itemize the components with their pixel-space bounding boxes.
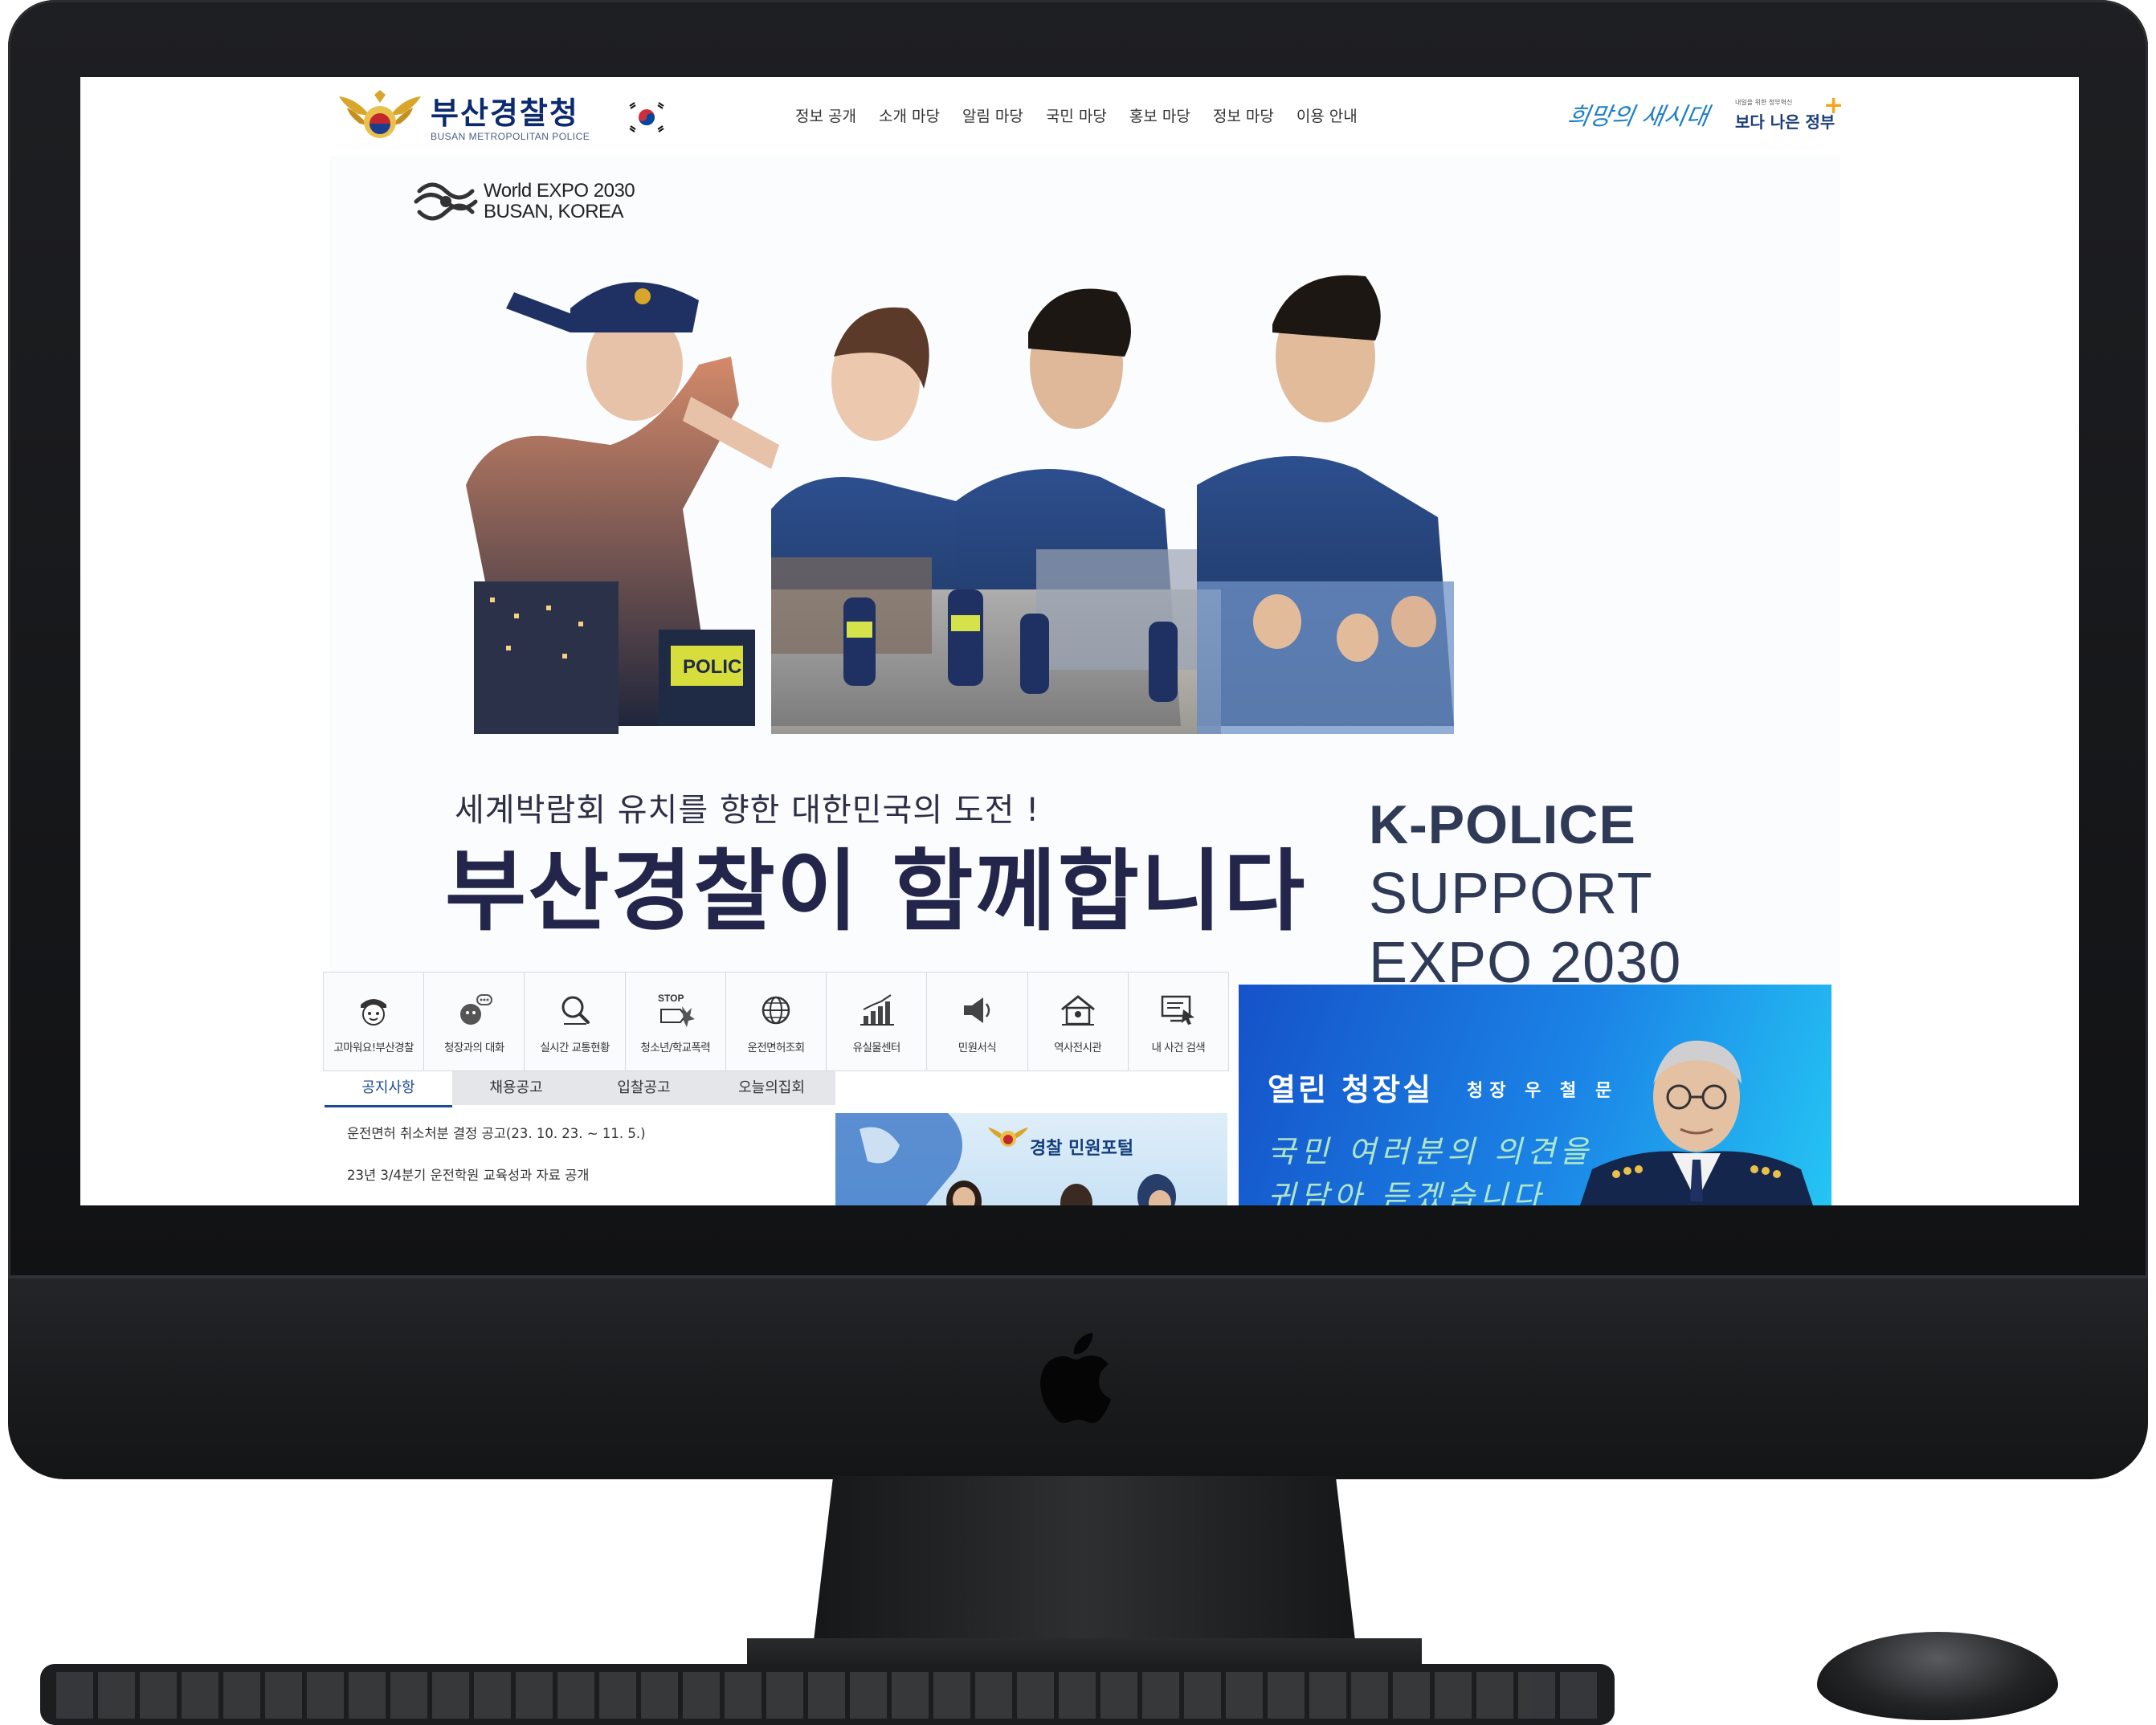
chief-message: 국민 여러분의 의견을 귀담아 듣겠습니다 (1268, 1129, 1593, 1205)
police-mascot-icon (361, 999, 387, 1026)
imac-stand (811, 1476, 1358, 1661)
house-icon (1060, 995, 1095, 1026)
keyboard (40, 1664, 1615, 1725)
civil-portal-banner[interactable]: 경찰 민원포털 (835, 1113, 1227, 1205)
nav-intro[interactable]: 소개 마당 (868, 104, 951, 126)
globe-icon (762, 996, 790, 1025)
kpolice-line-2: SUPPORT (1369, 862, 1653, 926)
quick-menu-youth-violence[interactable]: STOP 청소년/학교폭력 (624, 972, 725, 1071)
screen: 부산경찰청 BUSAN METROPOLITAN POLICE 정보 공개 소개… (80, 77, 2079, 1205)
hero-banner[interactable]: World EXPO 2030 BUSAN, KOREA POLICE 세계박람… (329, 156, 1840, 995)
megaphone-icon (964, 997, 990, 1023)
hero-title: 부산경찰이 함께합니다 (445, 840, 1307, 943)
nav-info-disclosure[interactable]: 정보 공개 (784, 104, 868, 126)
hero-subtitle: 세계박람회 유치를 향한 대한민국의 도전 ! (455, 792, 1040, 829)
quick-menu-label: 유실물센터 (852, 1042, 901, 1054)
expo-title: World EXPO 2030 (484, 180, 635, 202)
expo-badge: World EXPO 2030 BUSAN, KOREA (413, 173, 635, 230)
slogan-banner[interactable]: 희망의 새시대 (1565, 96, 1712, 132)
police-emblem-icon (339, 90, 421, 138)
quick-menu-lost-found[interactable]: 유실물센터 (826, 972, 927, 1071)
list-item[interactable]: 운전면허 취소처분 결정 공고(23. 10. 23. ~ 11. 5.) (347, 1126, 797, 1168)
tab-rally[interactable]: 오늘의집회 (708, 1071, 835, 1105)
police-officers-photo: POLICE (466, 275, 1454, 734)
stop-badge-text: STOP (658, 993, 684, 1004)
plus-icon: + (1823, 92, 1844, 120)
nav-citizen[interactable]: 국민 마당 (1035, 104, 1118, 126)
chief-message-line-1: 국민 여러분의 의견을 (1268, 1134, 1593, 1169)
kpolice-line-1: K-POLICE (1369, 794, 1636, 855)
tab-recruit[interactable]: 채용공고 (452, 1071, 580, 1105)
logo-subtitle: BUSAN METROPOLITAN POLICE (431, 131, 590, 142)
commissioner-portrait (1580, 1040, 1813, 1205)
monitor-search-icon (1161, 995, 1194, 1025)
magic-mouse (1817, 1632, 2058, 1720)
imac-chin-seam (8, 1275, 2148, 1278)
chief-message-line-2: 귀담아 듣겠습니다 (1268, 1179, 1546, 1205)
quick-menu-label: 내 사건 검색 (1151, 1042, 1206, 1054)
chart-icon (860, 994, 895, 1026)
quick-menu-label: 실시간 교통현황 (540, 1042, 610, 1054)
nav-pr[interactable]: 홍보 마당 (1118, 104, 1202, 126)
logo-title: 부산경찰청 (431, 96, 579, 131)
kpolice-logo: K-POLICE SUPPORT EXPO 2030 (1369, 790, 1681, 997)
web-page: 부산경찰청 BUSAN METROPOLITAN POLICE 정보 공개 소개… (80, 77, 2079, 1205)
notice-tabs: 공지사항 채용공고 입찰공고 오늘의집회 (325, 1071, 835, 1107)
tab-notice[interactable]: 공지사항 (325, 1071, 452, 1107)
quick-menu-forms[interactable]: 민원서식 (926, 972, 1027, 1071)
quick-menu-case-search[interactable]: 내 사건 검색 (1127, 972, 1229, 1071)
quick-menu-label: 청장과의 대화 (444, 1042, 504, 1054)
quick-menu-thanks[interactable]: 고마워요!부산경찰 (323, 972, 424, 1071)
police-vest-text: POLICE (683, 656, 754, 678)
notice-list: 운전면허 취소처분 결정 공고(23. 10. 23. ~ 11. 5.) 23… (347, 1126, 797, 1205)
quick-menu: 고마워요!부산경찰 청장과의 대화 실시간 교통현황 STOP 청소년/학교폭력… (323, 972, 1229, 1071)
site-logo[interactable]: 부산경찰청 BUSAN METROPOLITAN POLICE (336, 88, 657, 149)
quick-menu-license[interactable]: 운전면허조회 (725, 972, 827, 1071)
quick-menu-label: 운전면허조회 (747, 1042, 806, 1054)
quick-menu-history[interactable]: 역사전시관 (1027, 972, 1128, 1071)
list-item[interactable]: 23년 3/4분기 운전학원 교육성과 자료 공개 (347, 1168, 797, 1205)
stop-sign-icon: STOP (658, 993, 695, 1027)
main-nav: 정보 공개 소개 마당 알림 마당 국민 마당 홍보 마당 정보 마당 이용 안… (784, 104, 1369, 126)
portal-title: 경찰 민원포털 (1030, 1139, 1134, 1159)
nav-information[interactable]: 정보 마당 (1202, 104, 1285, 126)
quick-menu-label: 청소년/학교폭력 (640, 1042, 711, 1054)
tab-bidding[interactable]: 입찰공고 (580, 1071, 708, 1105)
nav-notice[interactable]: 알림 마당 (951, 104, 1035, 126)
quick-menu-chief-talk[interactable]: 청장과의 대화 (423, 972, 525, 1071)
gov-logo-title: 보다 나은 정부 (1735, 112, 1835, 132)
expo-location: BUSAN, KOREA (484, 201, 624, 222)
quick-menu-label: 역사전시관 (1054, 1042, 1102, 1054)
apple-logo-icon (1040, 1333, 1111, 1423)
quick-menu-traffic[interactable]: 실시간 교통현황 (524, 972, 625, 1071)
chief-banner-title: 열린 청장실 (1268, 1072, 1434, 1107)
nav-guide[interactable]: 이용 안내 (1285, 104, 1369, 126)
open-commissioner-banner[interactable]: 열린 청장실 청장 우 철 문 국민 여러분의 의견을 귀담아 듣겠습니다 (1239, 985, 1831, 1205)
government-logo[interactable]: 내일을 위한 정부혁신 보다 나은 정부 + (1735, 92, 1848, 140)
quick-menu-label: 민원서식 (958, 1042, 997, 1054)
magnifier-icon (561, 996, 590, 1025)
expo-logo-icon (414, 182, 478, 221)
gov-logo-caption: 내일을 위한 정부혁신 (1735, 99, 1793, 106)
chat-bubble-icon (460, 994, 493, 1025)
quick-menu-label: 고마워요!부산경찰 (333, 1042, 414, 1054)
korean-flag-icon (627, 100, 667, 135)
